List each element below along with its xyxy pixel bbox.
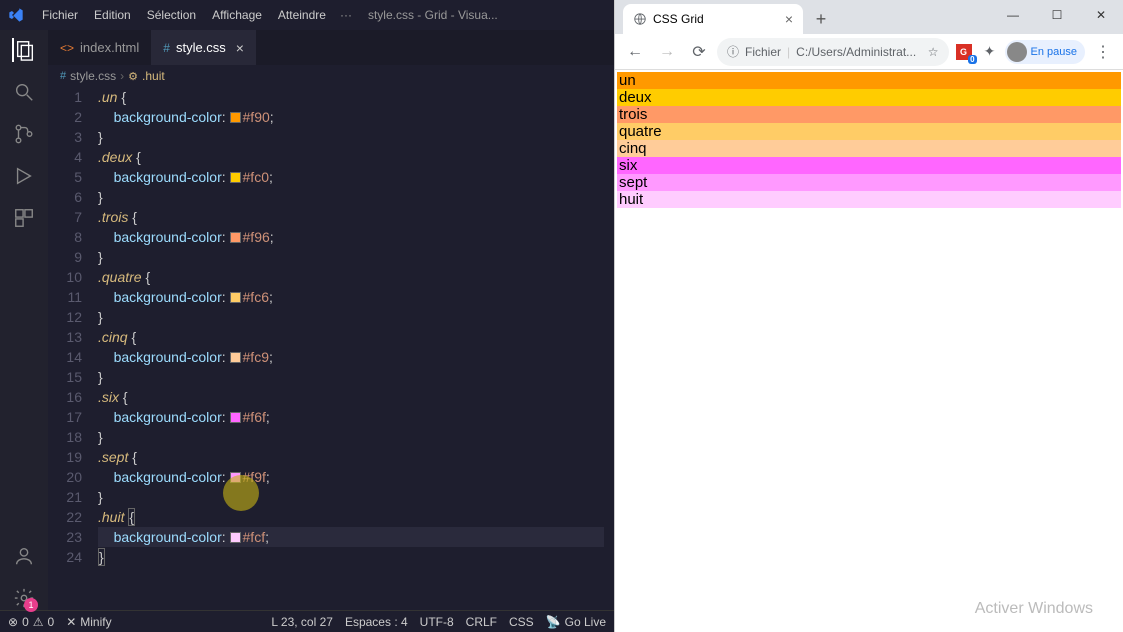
bookmark-star-icon[interactable]: ☆	[928, 45, 939, 59]
menu-affichage[interactable]: Affichage	[204, 8, 270, 22]
close-window-button[interactable]: ✕	[1079, 0, 1123, 30]
address-bar[interactable]: ⓘ Fichier | C:/Users/Administrat... ☆	[717, 38, 949, 66]
css-file-icon: #	[60, 70, 66, 82]
grid-row-trois: trois	[617, 106, 1121, 123]
grid-row-un: un	[617, 72, 1121, 89]
grid-row-huit: huit	[617, 191, 1121, 208]
close-tab-icon[interactable]: ×	[236, 40, 244, 56]
reload-button[interactable]: ⟳	[685, 38, 713, 66]
address-text: C:/Users/Administrat...	[796, 45, 916, 59]
editor-tabs: <>index.html#style.css×	[48, 30, 614, 65]
chrome-tab-strip: CSS Grid × + ― ☐ ✕	[615, 0, 1123, 34]
menu-sélection[interactable]: Sélection	[139, 8, 204, 22]
activity-bar	[0, 30, 48, 610]
run-debug-icon[interactable]	[12, 164, 36, 188]
search-icon[interactable]	[12, 80, 36, 104]
menu-fichier[interactable]: Fichier	[34, 8, 86, 22]
address-prefix: Fichier	[745, 45, 781, 59]
breadcrumb-file: style.css	[70, 69, 116, 83]
code-editor[interactable]: 123456789101112131415161718192021222324 …	[48, 87, 614, 610]
menu-atteindre[interactable]: Atteindre	[270, 8, 334, 22]
windows-watermark: Activer Windows	[975, 600, 1093, 618]
forward-button[interactable]: →	[653, 38, 681, 66]
browser-toolbar: ← → ⟳ ⓘ Fichier | C:/Users/Administrat..…	[615, 34, 1123, 70]
chrome-window: CSS Grid × + ― ☐ ✕ ← → ⟳ ⓘ Fichier | C:/…	[614, 0, 1123, 632]
close-tab-icon[interactable]: ×	[785, 11, 793, 27]
grid-row-sept: sept	[617, 174, 1121, 191]
maximize-button[interactable]: ☐	[1035, 0, 1079, 30]
site-info-icon[interactable]: ⓘ	[727, 43, 739, 60]
extensions-icon[interactable]	[12, 206, 36, 230]
grid-row-deux: deux	[617, 89, 1121, 106]
minimize-button[interactable]: ―	[991, 0, 1035, 30]
breadcrumb[interactable]: # style.css › ⚙ .huit	[48, 65, 614, 87]
rendered-page: undeuxtroisquatrecinqsixsepthuit Activer…	[615, 70, 1123, 632]
menu-edition[interactable]: Edition	[86, 8, 139, 22]
window-controls: ― ☐ ✕	[991, 0, 1123, 30]
css-selector-icon: ⚙	[128, 70, 138, 83]
source-control-icon[interactable]	[12, 122, 36, 146]
back-button[interactable]: ←	[621, 38, 649, 66]
menu-overflow[interactable]: ···	[340, 8, 352, 22]
accounts-icon[interactable]	[12, 544, 36, 568]
avatar-icon	[1007, 42, 1027, 62]
explorer-icon[interactable]	[12, 38, 36, 62]
window-title: style.css - Grid - Visua...	[368, 8, 498, 22]
vscode-title-bar: FichierEditionSélectionAffichageAtteindr…	[0, 0, 614, 30]
browser-tab[interactable]: CSS Grid ×	[623, 4, 803, 34]
profile-label: En pause	[1031, 46, 1077, 58]
tab-title: CSS Grid	[653, 12, 704, 26]
breadcrumb-selector: .huit	[142, 69, 165, 83]
html-file-icon: <>	[60, 41, 74, 55]
status-indent[interactable]: Espaces : 4	[345, 615, 408, 629]
menu-bar: FichierEditionSélectionAffichageAtteindr…	[34, 8, 334, 22]
chrome-menu-button[interactable]: ⋮	[1089, 42, 1117, 62]
extension-icon[interactable]: G	[956, 44, 972, 60]
vscode-logo-icon	[8, 7, 24, 23]
status-bar: ⊗ 0 ⚠ 0 ✕ Minify L 23, col 27 Espaces : …	[0, 610, 614, 632]
grid-row-quatre: quatre	[617, 123, 1121, 140]
status-minify[interactable]: ✕ Minify	[66, 615, 111, 629]
editor-tab-index.html[interactable]: <>index.html	[48, 30, 151, 65]
editor-tab-style.css[interactable]: #style.css×	[151, 30, 256, 65]
new-tab-button[interactable]: +	[807, 5, 835, 33]
grid-row-cinq: cinq	[617, 140, 1121, 157]
status-eol[interactable]: CRLF	[466, 615, 497, 629]
settings-icon[interactable]	[12, 586, 36, 610]
status-encoding[interactable]: UTF-8	[420, 615, 454, 629]
editor-area: <>index.html#style.css× # style.css › ⚙ …	[48, 30, 614, 610]
css-file-icon: #	[163, 41, 170, 55]
status-errors[interactable]: ⊗ 0 ⚠ 0	[8, 615, 54, 629]
extensions-puzzle-icon[interactable]: ✦	[982, 44, 998, 60]
grid-row-six: six	[617, 157, 1121, 174]
breadcrumb-sep: ›	[120, 69, 124, 83]
status-cursor[interactable]: L 23, col 27	[271, 615, 333, 629]
status-golive[interactable]: 📡 Go Live	[546, 615, 606, 629]
profile-button[interactable]: En pause	[1005, 40, 1085, 64]
status-lang[interactable]: CSS	[509, 615, 534, 629]
vscode-window: FichierEditionSélectionAffichageAtteindr…	[0, 0, 614, 632]
globe-icon	[633, 12, 647, 26]
